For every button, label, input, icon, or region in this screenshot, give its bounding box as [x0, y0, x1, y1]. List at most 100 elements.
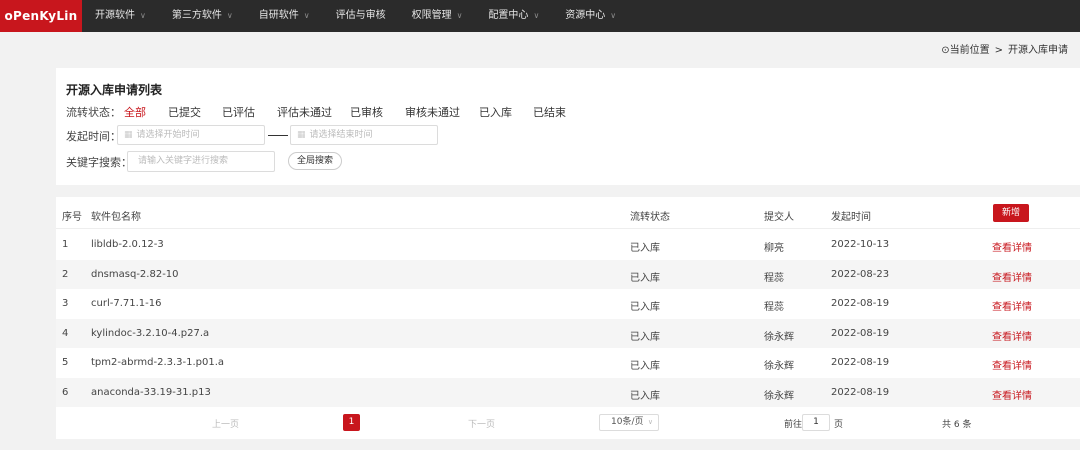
- view-details-link[interactable]: 查看详情: [992, 298, 1032, 313]
- header-package: 软件包名称: [91, 212, 141, 223]
- status-option-reviewed[interactable]: 已审核: [350, 104, 383, 120]
- nav-item-label: 资源中心: [565, 10, 606, 21]
- goto-page-input[interactable]: 1: [802, 414, 830, 431]
- row-package: kylindoc-3.2.10-4.p27.a: [91, 327, 210, 339]
- location-pin-icon: ⊙: [941, 45, 950, 56]
- page-size-value: 10条/页: [611, 417, 644, 427]
- top-nav-bar: oPenKyLin 开源软件 ∨ 第三方软件 ∨ 自研软件 ∨ 评估与审核 权限管理 ∨…: [0, 0, 1080, 32]
- table-row: 4 kylindoc-3.2.10-4.p27.a 已入库 徐永辉 2022-0…: [56, 318, 1080, 348]
- keyword-label: 关键字搜索：: [66, 156, 132, 169]
- row-index: 1: [62, 239, 69, 250]
- global-search-button[interactable]: 全局搜索: [288, 152, 342, 170]
- goto-prefix: 前往: [784, 420, 803, 430]
- status-option-stored[interactable]: 已入库: [479, 104, 512, 120]
- status-option-submitted[interactable]: 已提交: [168, 104, 201, 120]
- row-package: tpm2-abrmd-2.3.3-1.p01.a: [91, 357, 225, 368]
- row-date: 2022-08-23: [831, 268, 890, 280]
- table-row: 2 dnsmasq-2.82-10 已入库 程蕊 2022-08-23 查看详情: [56, 259, 1080, 289]
- header-submitter: 提交人: [764, 212, 794, 223]
- nav-item-config-center[interactable]: 配置中心 ∨: [475, 0, 552, 32]
- nav-item-label: 自研软件: [258, 10, 299, 21]
- view-details-link[interactable]: 查看详情: [992, 387, 1032, 402]
- row-submitter: 徐永辉: [764, 390, 794, 402]
- nav-item-self-developed[interactable]: 自研软件 ∨: [246, 0, 323, 32]
- breadcrumb: ⊙当前位置 > 开源入库申请: [941, 41, 1068, 56]
- table-row: 3 curl-7.71.1-16 已入库 程蕊 2022-08-19 查看详情: [56, 289, 1080, 319]
- time-filter-label: 发起时间：: [66, 130, 121, 143]
- chevron-down-icon: ∨: [456, 11, 463, 20]
- page-title: 开源入库申请列表: [66, 83, 163, 97]
- row-status: 已入库: [630, 361, 660, 372]
- row-date: 2022-08-19: [831, 386, 890, 398]
- row-package: libldb-2.0.12-3: [91, 239, 164, 250]
- row-date: 2022-08-19: [831, 357, 890, 368]
- status-option-review-failed[interactable]: 审核未通过: [405, 104, 460, 120]
- status-option-all[interactable]: 全部: [124, 104, 146, 120]
- row-package: curl-7.71.1-16: [91, 298, 162, 309]
- header-index: 序号: [62, 212, 82, 223]
- pagination: 上一页 1 下一页 10条/页 ∨ 前往 1 页 共 6 条: [56, 411, 1080, 433]
- row-date: 2022-10-13: [831, 239, 890, 250]
- status-option-ended[interactable]: 已结束: [533, 104, 566, 120]
- nav-item-label: 第三方软件: [171, 10, 222, 21]
- end-date-input[interactable]: ▦ 请选择结束时间: [290, 125, 438, 145]
- row-status: 已入库: [630, 331, 660, 343]
- row-date: 2022-08-19: [831, 327, 890, 339]
- table-header: 序号 软件包名称 流转状态 提交人 发起时间 新增: [56, 197, 1080, 229]
- filter-panel: 开源入库申请列表 流转状态： 全部 已提交 已评估 评估未通过 已审核 审核未通…: [56, 68, 1080, 185]
- row-submitter: 徐永辉: [764, 361, 794, 372]
- view-details-link[interactable]: 查看详情: [992, 357, 1032, 372]
- chevron-down-icon: ∨: [140, 11, 146, 20]
- table-row: 1 libldb-2.0.12-3 已入库 柳亮 2022-10-13 查看详情: [56, 230, 1080, 260]
- nav-item-resource-center[interactable]: 资源中心 ∨: [552, 0, 629, 32]
- end-date-placeholder: 请选择结束时间: [309, 130, 373, 140]
- row-index: 4: [62, 327, 69, 339]
- row-status: 已入库: [630, 272, 660, 284]
- prev-page-button[interactable]: 上一页: [212, 417, 239, 430]
- total-count: 共 6 条: [942, 420, 972, 430]
- table-row: 5 tpm2-abrmd-2.3.3-1.p01.a 已入库 徐永辉 2022-…: [56, 348, 1080, 378]
- nav-item-open-source[interactable]: 开源软件 ∨: [82, 0, 159, 32]
- table-row: 6 anaconda-33.19-31.p13 已入库 徐永辉 2022-08-…: [56, 377, 1080, 407]
- add-request-button[interactable]: 新增: [993, 204, 1029, 222]
- row-submitter: 徐永辉: [764, 331, 794, 343]
- page-size-select[interactable]: 10条/页 ∨: [599, 414, 659, 431]
- view-details-link[interactable]: 查看详情: [992, 239, 1032, 254]
- row-status: 已入库: [630, 302, 660, 313]
- nav-item-label: 开源软件: [95, 10, 135, 21]
- next-page-button[interactable]: 下一页: [468, 417, 495, 430]
- breadcrumb-current-label: 当前位置: [949, 45, 990, 56]
- header-date: 发起时间: [831, 212, 871, 223]
- start-date-input[interactable]: ▦ 请选择开始时间: [117, 125, 265, 145]
- nav-item-label: 权限管理: [411, 10, 452, 21]
- nav-item-permissions[interactable]: 权限管理 ∨: [399, 0, 476, 32]
- row-submitter: 程蕊: [764, 272, 784, 284]
- row-status: 已入库: [630, 243, 660, 254]
- nav-item-label: 配置中心: [488, 10, 529, 21]
- row-submitter: 程蕊: [764, 302, 784, 313]
- row-package: dnsmasq-2.82-10: [91, 268, 179, 280]
- openkylin-logo[interactable]: oPenKyLin: [0, 0, 82, 32]
- row-index: 3: [62, 298, 69, 309]
- calendar-icon: ▦: [297, 130, 306, 140]
- status-option-evaluated[interactable]: 已评估: [222, 104, 255, 120]
- breadcrumb-page[interactable]: 开源入库申请: [1008, 45, 1068, 56]
- request-table: 序号 软件包名称 流转状态 提交人 发起时间 新增 1 libldb-2.0.1…: [56, 197, 1080, 439]
- row-index: 6: [62, 386, 69, 398]
- chevron-down-icon: ∨: [610, 11, 617, 20]
- keyword-search-input[interactable]: 请输入关键字进行搜索: [127, 151, 275, 172]
- view-details-link[interactable]: 查看详情: [992, 328, 1032, 343]
- nav-item-third-party[interactable]: 第三方软件 ∨: [159, 0, 246, 32]
- page-1-button[interactable]: 1: [343, 414, 360, 431]
- status-filter-label: 流转状态：: [66, 106, 121, 119]
- chevron-down-icon: ∨: [303, 11, 310, 20]
- view-details-link[interactable]: 查看详情: [992, 269, 1032, 284]
- start-date-placeholder: 请选择开始时间: [136, 130, 200, 140]
- nav-item-assessment[interactable]: 评估与审核: [323, 0, 399, 32]
- row-index: 2: [62, 268, 69, 280]
- chevron-down-icon: ∨: [226, 11, 233, 20]
- chevron-down-icon: ∨: [647, 418, 653, 426]
- goto-suffix: 页: [834, 420, 844, 430]
- row-date: 2022-08-19: [831, 298, 890, 309]
- status-option-evaluation-failed[interactable]: 评估未通过: [277, 104, 332, 120]
